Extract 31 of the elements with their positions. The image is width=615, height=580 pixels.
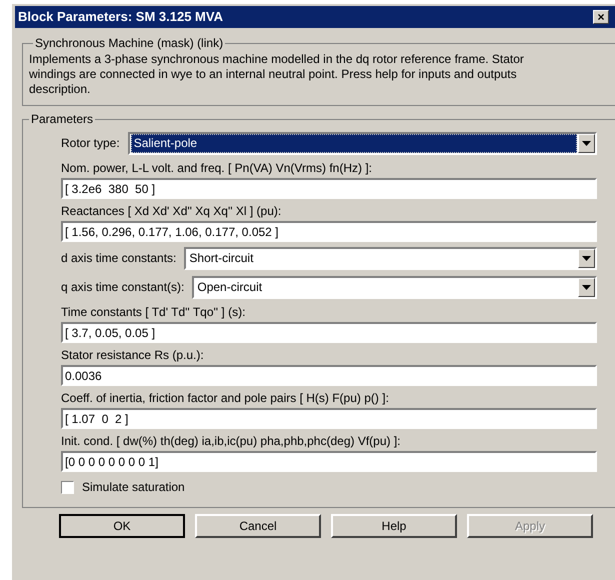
field-label: Stator resistance Rs (p.u.): bbox=[61, 347, 205, 364]
input-field[interactable]: 0.0036 bbox=[61, 365, 597, 386]
close-button[interactable]: × bbox=[593, 10, 609, 24]
field-label: Nom. power, L-L volt. and freq. [ Pn(VA) Vn(Vrms) fn(Hz) ]: bbox=[61, 160, 373, 177]
input-field[interactable]: [ 1.56, 0.296, 0.177, 1.06, 0.177, 0.052 ] bbox=[61, 221, 597, 242]
field-label: Coeff. of inertia, friction factor and pole pairs [ H(s) F(pu) p() ]: bbox=[61, 390, 390, 407]
caret-icon[interactable] bbox=[578, 248, 595, 268]
dialog-button[interactable]: OK bbox=[59, 514, 185, 538]
field-label: Time constants [ Td' Td'' Tqo'' ] (s): bbox=[61, 304, 246, 321]
checkbox-label: Simulate saturation bbox=[82, 479, 185, 496]
description-text: Implements a 3-phase synchronous machine modelled in the dq rotor reference frame. Stator windings are connected in wye to an internal neutral point. Press help for inputs and outputs description. bbox=[29, 52, 525, 97]
dialog-button[interactable]: Cancel bbox=[195, 514, 321, 538]
field-label: q axis time constant(s): bbox=[61, 279, 184, 296]
dialog-button[interactable]: Help bbox=[331, 514, 457, 538]
checkbox[interactable] bbox=[61, 480, 74, 494]
dropdown[interactable]: Open-circuit bbox=[192, 276, 597, 298]
field-label: Reactances [ Xd Xd' Xd'' Xq Xq'' Xl ] (pu): bbox=[61, 203, 282, 220]
dropdown[interactable]: Short-circuit bbox=[184, 246, 597, 270]
dropdown[interactable]: Salient-pole bbox=[128, 132, 597, 154]
input-field[interactable]: [ 1.07 0 2 ] bbox=[61, 408, 597, 429]
input-field[interactable]: [ 3.2e6 380 50 ] bbox=[61, 178, 597, 199]
group-title: Parameters bbox=[30, 111, 94, 128]
field-label: d axis time constants: bbox=[61, 250, 176, 267]
field-label: Rotor type: bbox=[61, 135, 120, 152]
field-label: Init. cond. [ dw(%) th(deg) ia,ib,ic(pu) pha,phb,phc(deg) Vf(pu) ]: bbox=[61, 433, 402, 450]
caret-icon[interactable] bbox=[578, 278, 595, 296]
group-title: Synchronous Machine (mask) (link) bbox=[34, 35, 224, 52]
input-field[interactable]: [ 3.7, 0.05, 0.05 ] bbox=[61, 322, 597, 343]
caret-icon[interactable] bbox=[578, 134, 595, 152]
window-title: Block Parameters: SM 3.125 MVA bbox=[18, 8, 224, 26]
input-field[interactable]: [0 0 0 0 0 0 0 0 1] bbox=[61, 451, 597, 472]
